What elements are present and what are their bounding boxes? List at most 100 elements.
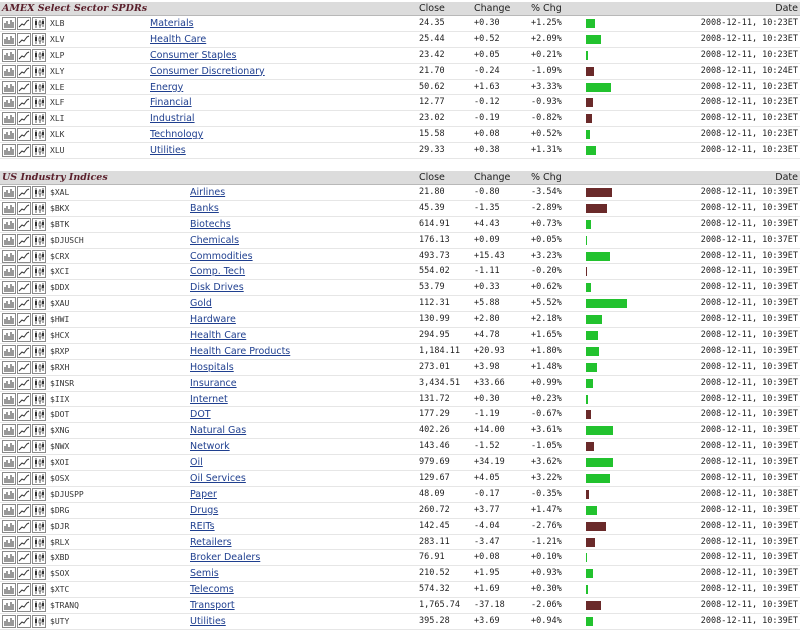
bar-chart-icon[interactable] xyxy=(2,17,16,30)
line-chart-icon[interactable] xyxy=(17,551,31,565)
bar-chart-icon[interactable] xyxy=(2,472,16,486)
name-link[interactable]: Oil Services xyxy=(190,471,246,486)
name-link[interactable]: Airlines xyxy=(190,185,225,200)
bar-chart-icon[interactable] xyxy=(2,313,16,327)
bar-chart-icon[interactable] xyxy=(2,96,16,110)
name-link[interactable]: Consumer Discretionary xyxy=(150,64,265,79)
bar-chart-icon[interactable] xyxy=(2,201,16,215)
line-chart-icon[interactable] xyxy=(17,32,31,46)
line-chart-icon[interactable] xyxy=(17,48,31,62)
name-link[interactable]: Retailers xyxy=(190,535,232,550)
candlestick-chart-icon[interactable] xyxy=(32,112,46,126)
name-link[interactable]: Network xyxy=(190,439,230,454)
name-link[interactable]: Industrial xyxy=(150,111,195,126)
line-chart-icon[interactable] xyxy=(17,360,31,374)
bar-chart-icon[interactable] xyxy=(2,599,16,613)
candlestick-chart-icon[interactable] xyxy=(32,17,46,30)
bar-chart-icon[interactable] xyxy=(2,344,16,358)
line-chart-icon[interactable] xyxy=(17,344,31,358)
line-chart-icon[interactable] xyxy=(17,519,31,533)
name-link[interactable]: REITs xyxy=(190,519,215,534)
line-chart-icon[interactable] xyxy=(17,487,31,501)
bar-chart-icon[interactable] xyxy=(2,112,16,126)
candlestick-chart-icon[interactable] xyxy=(32,408,46,422)
line-chart-icon[interactable] xyxy=(17,503,31,517)
line-chart-icon[interactable] xyxy=(17,144,31,158)
candlestick-chart-icon[interactable] xyxy=(32,201,46,215)
candlestick-chart-icon[interactable] xyxy=(32,313,46,327)
bar-chart-icon[interactable] xyxy=(2,615,16,629)
line-chart-icon[interactable] xyxy=(17,408,31,422)
name-link[interactable]: Oil xyxy=(190,455,203,470)
bar-chart-icon[interactable] xyxy=(2,281,16,295)
name-link[interactable]: Disk Drives xyxy=(190,280,244,295)
name-link[interactable]: Energy xyxy=(150,80,183,95)
name-link[interactable]: Internet xyxy=(190,392,228,407)
bar-chart-icon[interactable] xyxy=(2,440,16,454)
line-chart-icon[interactable] xyxy=(17,186,31,199)
line-chart-icon[interactable] xyxy=(17,201,31,215)
candlestick-chart-icon[interactable] xyxy=(32,48,46,62)
candlestick-chart-icon[interactable] xyxy=(32,344,46,358)
line-chart-icon[interactable] xyxy=(17,583,31,597)
line-chart-icon[interactable] xyxy=(17,96,31,110)
candlestick-chart-icon[interactable] xyxy=(32,233,46,247)
name-link[interactable]: Transport xyxy=(190,598,235,613)
name-link[interactable]: Utilities xyxy=(190,614,226,629)
line-chart-icon[interactable] xyxy=(17,599,31,613)
bar-chart-icon[interactable] xyxy=(2,503,16,517)
bar-chart-icon[interactable] xyxy=(2,424,16,438)
name-link[interactable]: Technology xyxy=(150,127,203,142)
candlestick-chart-icon[interactable] xyxy=(32,535,46,549)
name-link[interactable]: Telecoms xyxy=(190,582,234,597)
candlestick-chart-icon[interactable] xyxy=(32,456,46,470)
line-chart-icon[interactable] xyxy=(17,281,31,295)
bar-chart-icon[interactable] xyxy=(2,519,16,533)
bar-chart-icon[interactable] xyxy=(2,487,16,501)
bar-chart-icon[interactable] xyxy=(2,297,16,311)
name-link[interactable]: Drugs xyxy=(190,503,218,518)
line-chart-icon[interactable] xyxy=(17,615,31,629)
name-link[interactable]: Consumer Staples xyxy=(150,48,237,63)
line-chart-icon[interactable] xyxy=(17,233,31,247)
line-chart-icon[interactable] xyxy=(17,217,31,231)
bar-chart-icon[interactable] xyxy=(2,392,16,406)
line-chart-icon[interactable] xyxy=(17,440,31,454)
bar-chart-icon[interactable] xyxy=(2,376,16,390)
candlestick-chart-icon[interactable] xyxy=(32,599,46,613)
bar-chart-icon[interactable] xyxy=(2,583,16,597)
name-link[interactable]: Insurance xyxy=(190,376,237,391)
candlestick-chart-icon[interactable] xyxy=(32,567,46,581)
candlestick-chart-icon[interactable] xyxy=(32,32,46,46)
line-chart-icon[interactable] xyxy=(17,313,31,327)
candlestick-chart-icon[interactable] xyxy=(32,392,46,406)
candlestick-chart-icon[interactable] xyxy=(32,360,46,374)
name-link[interactable]: Hospitals xyxy=(190,360,234,375)
line-chart-icon[interactable] xyxy=(17,376,31,390)
candlestick-chart-icon[interactable] xyxy=(32,519,46,533)
bar-chart-icon[interactable] xyxy=(2,249,16,263)
line-chart-icon[interactable] xyxy=(17,112,31,126)
candlestick-chart-icon[interactable] xyxy=(32,503,46,517)
name-link[interactable]: Comp. Tech xyxy=(190,264,245,279)
candlestick-chart-icon[interactable] xyxy=(32,217,46,231)
line-chart-icon[interactable] xyxy=(17,472,31,486)
bar-chart-icon[interactable] xyxy=(2,535,16,549)
name-link[interactable]: Biotechs xyxy=(190,217,231,232)
bar-chart-icon[interactable] xyxy=(2,217,16,231)
candlestick-chart-icon[interactable] xyxy=(32,144,46,158)
name-link[interactable]: DOT xyxy=(190,407,211,422)
candlestick-chart-icon[interactable] xyxy=(32,376,46,390)
line-chart-icon[interactable] xyxy=(17,265,31,279)
candlestick-chart-icon[interactable] xyxy=(32,265,46,279)
name-link[interactable]: Paper xyxy=(190,487,217,502)
candlestick-chart-icon[interactable] xyxy=(32,329,46,343)
name-link[interactable]: Gold xyxy=(190,296,212,311)
line-chart-icon[interactable] xyxy=(17,80,31,94)
name-link[interactable]: Banks xyxy=(190,201,219,216)
candlestick-chart-icon[interactable] xyxy=(32,583,46,597)
bar-chart-icon[interactable] xyxy=(2,186,16,199)
name-link[interactable]: Health Care Products xyxy=(190,344,290,359)
line-chart-icon[interactable] xyxy=(17,249,31,263)
name-link[interactable]: Financial xyxy=(150,95,192,110)
